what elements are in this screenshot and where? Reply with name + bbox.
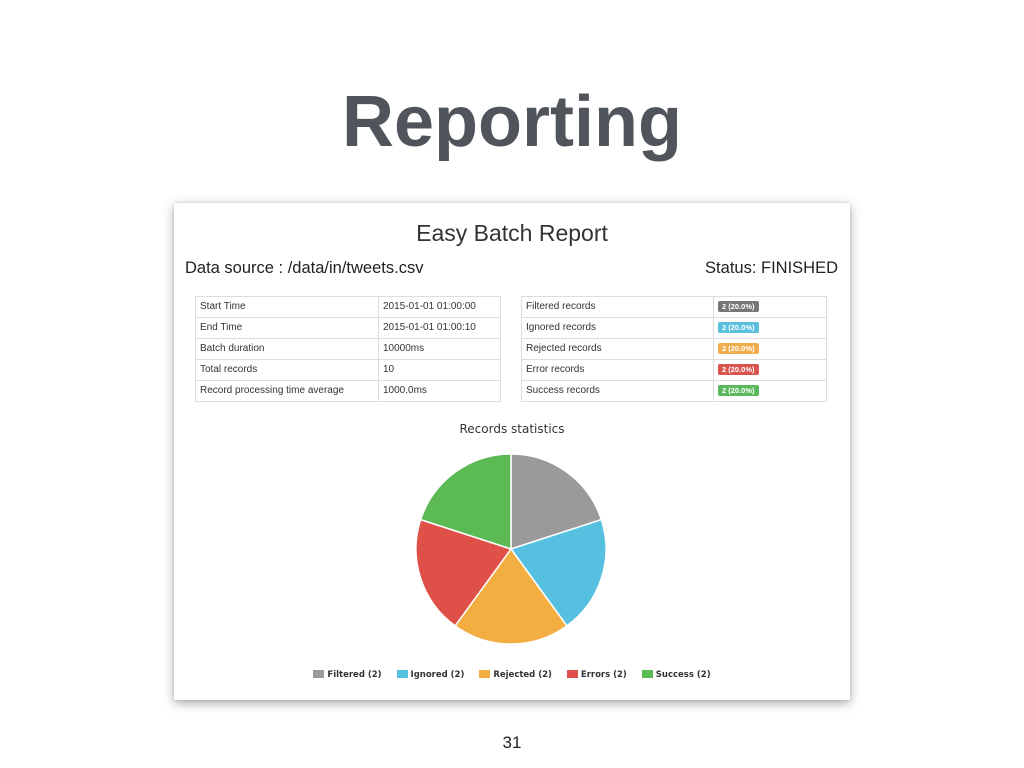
legend-label: Filtered (2) [327,670,382,680]
legend-swatch [479,670,491,678]
legend-swatch [313,670,325,678]
legend-item[interactable]: Errors (2) [566,669,627,681]
legend-item[interactable]: Ignored (2) [396,669,465,681]
legend-swatch [566,670,578,678]
legend-swatch [641,670,653,678]
report-panel: Easy Batch Report Data source : /data/in… [174,203,850,700]
legend-label: Success (2) [655,670,711,680]
slide-title: Reporting [342,82,682,162]
legend-item[interactable]: Success (2) [641,669,711,681]
legend-label: Ignored (2) [410,670,465,680]
page-number: 31 [502,733,522,752]
chart-legend: Filtered (2) Ignored (2) Rejected (2) Er… [174,669,850,681]
legend-label: Rejected (2) [493,670,552,680]
legend-item[interactable]: Rejected (2) [479,669,552,681]
legend-item[interactable]: Filtered (2) [313,669,382,681]
legend-swatch [396,670,408,678]
pie-chart [415,453,607,645]
legend-label: Errors (2) [580,670,627,680]
